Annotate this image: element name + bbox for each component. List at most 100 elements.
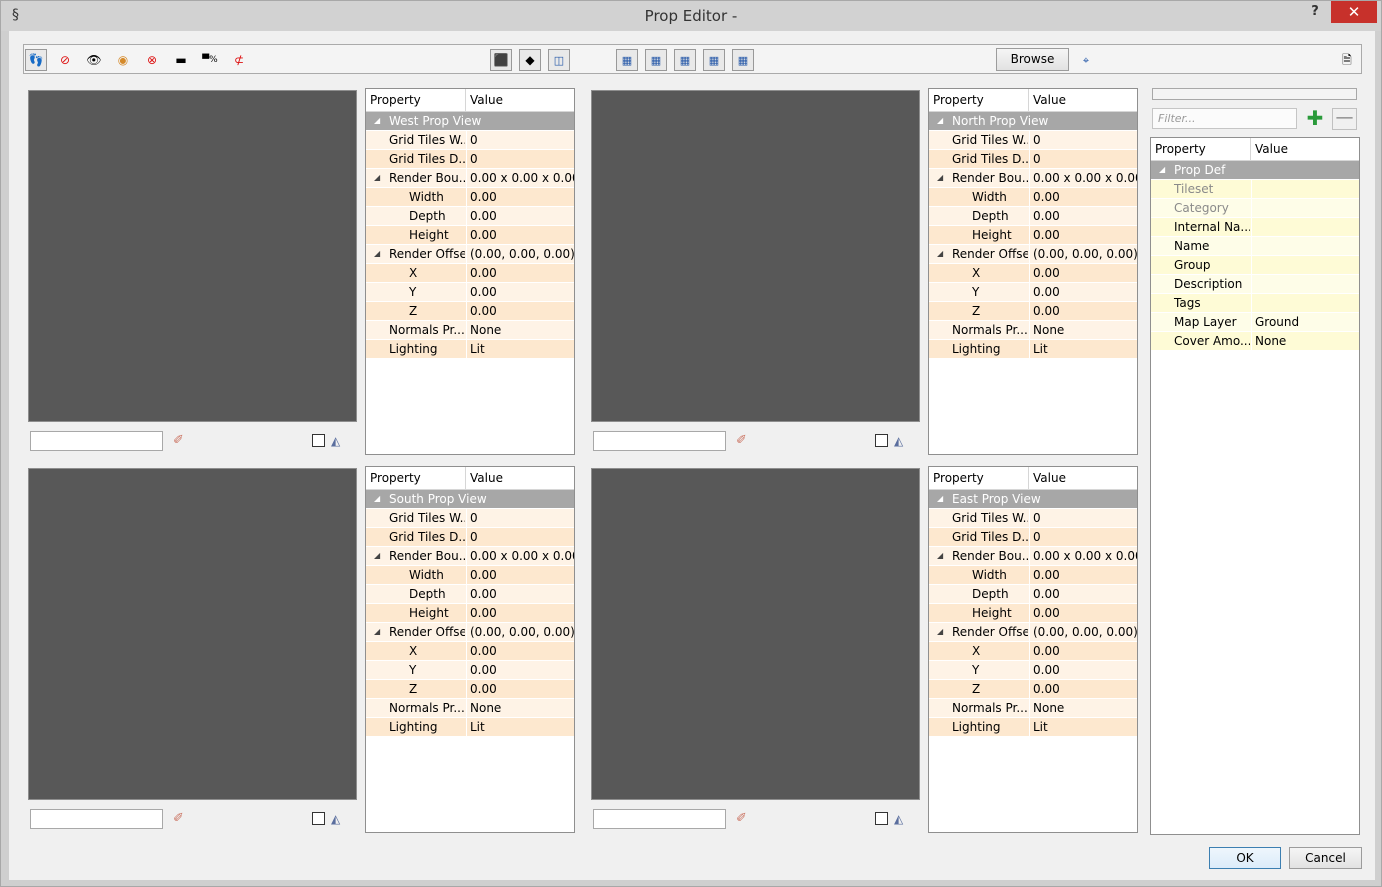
prop-def-row[interactable]: Group [1151, 256, 1359, 275]
property-row[interactable]: Z 0.00 [366, 302, 574, 321]
north-checkbox[interactable] [875, 434, 888, 447]
row-value[interactable]: None [1029, 321, 1137, 339]
east-viewport[interactable] [591, 468, 920, 800]
section-row[interactable]: ◢ South Prop View [366, 490, 574, 509]
mirror-icon[interactable]: ◭ [894, 811, 910, 827]
property-row[interactable]: Depth 0.00 [929, 585, 1137, 604]
layout-2-icon[interactable]: ▦ [645, 49, 667, 71]
property-row[interactable]: Grid Tiles W... 0 [929, 509, 1137, 528]
ok-button[interactable]: OK [1209, 847, 1281, 869]
row-value[interactable]: 0.00 [1029, 188, 1137, 206]
property-row[interactable]: ◢ Render Offset (0.00, 0.00, 0.00) [366, 245, 574, 264]
mirror-icon[interactable]: ◭ [894, 433, 910, 449]
row-value[interactable]: Lit [466, 340, 574, 358]
prop-def-row[interactable]: Internal Na... [1151, 218, 1359, 237]
row-value[interactable]: 0.00 [1029, 207, 1137, 225]
property-row[interactable]: Z 0.00 [929, 302, 1137, 321]
property-row[interactable]: Y 0.00 [929, 661, 1137, 680]
row-value[interactable]: 0.00 [1029, 680, 1137, 698]
row-value[interactable]: 0.00 [466, 264, 574, 282]
row-value[interactable]: 0.00 [466, 585, 574, 603]
property-row[interactable]: Width 0.00 [366, 566, 574, 585]
row-value[interactable]: Ground [1251, 313, 1359, 331]
property-row[interactable]: Height 0.00 [366, 226, 574, 245]
eraser-icon[interactable]: ✐ [736, 433, 752, 449]
help-button[interactable]: ? [1301, 4, 1329, 24]
row-value[interactable]: Lit [1029, 340, 1137, 358]
property-row[interactable]: Height 0.00 [929, 226, 1137, 245]
property-row[interactable]: Width 0.00 [929, 188, 1137, 207]
row-value[interactable]: 0.00 [1029, 566, 1137, 584]
line-icon[interactable]: ▬ [170, 49, 192, 71]
row-value[interactable]: 0.00 [466, 188, 574, 206]
row-value[interactable]: 0.00 [466, 207, 574, 225]
property-row[interactable]: ◢ Render Bou... 0.00 x 0.00 x 0.00 [366, 547, 574, 566]
property-row[interactable]: ◢ Render Bou... 0.00 x 0.00 x 0.00 [929, 169, 1137, 188]
property-row[interactable]: Grid Tiles D... 0 [929, 528, 1137, 547]
property-row[interactable]: X 0.00 [366, 642, 574, 661]
row-value[interactable]: 0.00 [466, 226, 574, 244]
west-input[interactable] [30, 431, 163, 451]
mirror-icon[interactable]: ◭ [331, 811, 347, 827]
prop-def-row[interactable]: Tileset [1151, 180, 1359, 199]
property-row[interactable]: Height 0.00 [366, 604, 574, 623]
prop-def-row[interactable]: Cover Amo... None [1151, 332, 1359, 351]
property-row[interactable]: Lighting Lit [366, 340, 574, 359]
eye-orange-icon[interactable]: ◉ [112, 49, 134, 71]
row-value[interactable]: None [1251, 332, 1359, 350]
eraser-icon[interactable]: ✐ [173, 433, 189, 449]
row-value[interactable] [1251, 218, 1359, 236]
north-input[interactable] [593, 431, 726, 451]
row-value[interactable]: 0 [466, 509, 574, 527]
prop-def-row[interactable]: Category [1151, 199, 1359, 218]
west-checkbox[interactable] [312, 434, 325, 447]
row-value[interactable]: Lit [1029, 718, 1137, 736]
property-row[interactable]: Grid Tiles W... 0 [366, 131, 574, 150]
row-value[interactable]: 0 [1029, 131, 1137, 149]
property-row[interactable]: ◢ Render Bou... 0.00 x 0.00 x 0.00 [366, 169, 574, 188]
row-value[interactable]: 0.00 [1029, 264, 1137, 282]
property-row[interactable]: X 0.00 [929, 642, 1137, 661]
mirror-icon[interactable]: ◭ [331, 433, 347, 449]
row-value[interactable]: 0 [1029, 150, 1137, 168]
row-value[interactable]: None [466, 321, 574, 339]
layout-1-icon[interactable]: ▦ [616, 49, 638, 71]
property-row[interactable]: Grid Tiles D... 0 [366, 528, 574, 547]
property-row[interactable]: Height 0.00 [929, 604, 1137, 623]
row-value[interactable]: 0.00 [1029, 226, 1137, 244]
row-value[interactable]: 0.00 [1029, 604, 1137, 622]
row-value[interactable] [1251, 294, 1359, 312]
row-value[interactable]: 0.00 [1029, 661, 1137, 679]
row-value[interactable]: 0.00 [1029, 642, 1137, 660]
property-row[interactable]: Normals Pr... None [366, 699, 574, 718]
property-row[interactable]: X 0.00 [366, 264, 574, 283]
row-value[interactable]: (0.00, 0.00, 0.00) [466, 623, 574, 641]
row-value[interactable] [1251, 256, 1359, 274]
property-row[interactable]: Y 0.00 [366, 283, 574, 302]
row-value[interactable]: 0 [1029, 528, 1137, 546]
property-row[interactable]: Normals Pr... None [929, 699, 1137, 718]
south-viewport[interactable] [28, 468, 357, 800]
prop-def-row[interactable]: Name [1151, 237, 1359, 256]
south-input[interactable] [30, 809, 163, 829]
row-value[interactable]: Lit [466, 718, 574, 736]
row-value[interactable]: 0.00 x 0.00 x 0.00 [1029, 547, 1137, 565]
row-value[interactable]: 0 [1029, 509, 1137, 527]
target-icon[interactable]: ⌖ [1075, 49, 1097, 71]
eraser-icon[interactable]: ✐ [736, 811, 752, 827]
property-row[interactable]: Lighting Lit [366, 718, 574, 737]
eraser-icon[interactable]: ✐ [173, 811, 189, 827]
row-value[interactable] [1251, 180, 1359, 198]
layout-4-icon[interactable]: ▦ [703, 49, 725, 71]
row-value[interactable]: 0.00 [1029, 302, 1137, 320]
row-value[interactable] [1251, 237, 1359, 255]
row-value[interactable] [1251, 275, 1359, 293]
footprint-disabled-icon[interactable]: ⊘ [54, 49, 76, 71]
layout-3-icon[interactable]: ▦ [674, 49, 696, 71]
filter-input[interactable]: Filter... [1152, 108, 1297, 129]
row-value[interactable]: (0.00, 0.00, 0.00) [1029, 245, 1137, 263]
row-value[interactable]: 0.00 x 0.00 x 0.00 [1029, 169, 1137, 187]
row-value[interactable]: 0.00 [466, 604, 574, 622]
row-value[interactable]: 0.00 [466, 680, 574, 698]
south-checkbox[interactable] [312, 812, 325, 825]
